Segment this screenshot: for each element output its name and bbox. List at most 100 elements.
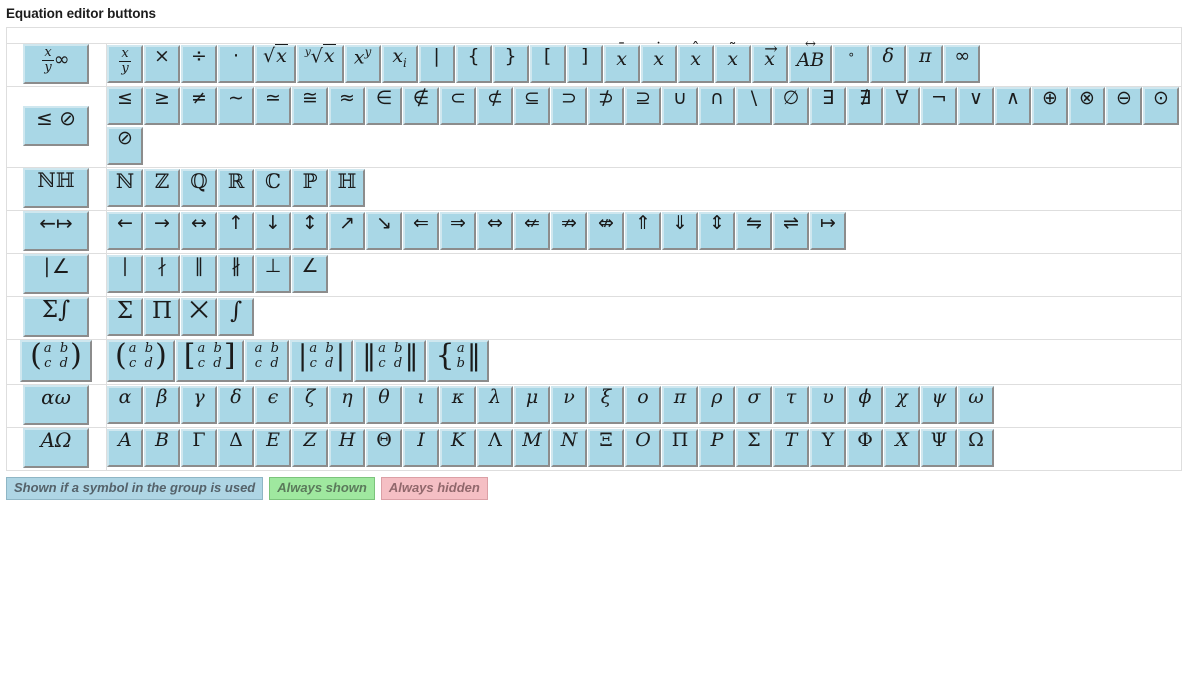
button-brace-left[interactable]: {: [455, 45, 492, 83]
button-primes[interactable]: ℙ: [292, 169, 328, 207]
button-double-arrow-leftright[interactable]: ⇔: [477, 212, 513, 250]
group-button-bigoperators[interactable]: Σ∫: [23, 297, 89, 337]
button-supseteq[interactable]: ⊇: [625, 87, 661, 125]
button-perpendicular[interactable]: ⊥: [255, 255, 291, 293]
button-forall[interactable]: ∀: [884, 87, 920, 125]
button-neq[interactable]: ≠: [181, 87, 217, 125]
button-bar-accent[interactable]: ¯ x: [603, 40, 640, 83]
button-Phi[interactable]: Φ: [847, 429, 883, 467]
button-emptyset[interactable]: ∅: [773, 87, 809, 125]
button-Rho[interactable]: P: [699, 429, 735, 467]
button-divide[interactable]: ÷: [181, 45, 217, 83]
group-button-relations[interactable]: ≤ ⊘: [23, 106, 89, 146]
button-hat-accent[interactable]: ˆx: [677, 40, 714, 83]
button-complex[interactable]: ℂ: [255, 169, 291, 207]
button-simeq[interactable]: ≃: [255, 87, 291, 125]
button-kappa[interactable]: κ: [440, 386, 476, 424]
button-tilde-accent[interactable]: ˜ x: [714, 40, 751, 83]
button-matrix-brackets[interactable]: [a bc d]: [175, 340, 244, 382]
button-double-arrow-down[interactable]: ⇓: [662, 212, 698, 250]
button-Tau[interactable]: T: [773, 429, 809, 467]
button-matrix-cases[interactable]: {a b ‖: [427, 340, 489, 382]
button-Sigma[interactable]: Σ: [736, 429, 772, 467]
button-Epsilon[interactable]: E: [255, 429, 291, 467]
button-supset[interactable]: ⊃: [551, 87, 587, 125]
button-tau[interactable]: τ: [773, 386, 809, 424]
button-delta[interactable]: δ: [218, 386, 254, 424]
button-overleftrightarrow[interactable]: ↔ AB: [788, 38, 833, 83]
button-theta[interactable]: θ: [366, 386, 402, 424]
button-ominus[interactable]: ⊖: [1106, 87, 1142, 125]
button-approx[interactable]: ≈: [329, 87, 365, 125]
button-beta[interactable]: β: [144, 386, 180, 424]
button-upsilon[interactable]: υ: [810, 386, 846, 424]
button-Nu[interactable]: N: [551, 429, 587, 467]
button-union[interactable]: ∪: [662, 87, 698, 125]
button-vertical-bar[interactable]: |: [418, 45, 455, 83]
button-intersection[interactable]: ∩: [699, 87, 735, 125]
button-subseteq[interactable]: ⊆: [514, 87, 550, 125]
button-parallel[interactable]: ∥: [181, 255, 217, 293]
group-button-matrices[interactable]: (a bc d): [20, 340, 92, 382]
button-Xi[interactable]: Ξ: [588, 429, 624, 467]
button-in[interactable]: ∈: [366, 87, 402, 125]
button-delta-lower[interactable]: δ: [870, 45, 907, 83]
button-oplus[interactable]: ⊕: [1032, 87, 1068, 125]
button-arrow-left[interactable]: ←: [107, 212, 143, 250]
button-matrix-plain[interactable]: a bc d: [244, 340, 289, 382]
button-mu[interactable]: μ: [514, 386, 550, 424]
button-Kappa[interactable]: K: [440, 429, 476, 467]
button-not-supset[interactable]: ⊅: [588, 87, 624, 125]
button-nu[interactable]: ν: [551, 386, 587, 424]
button-fraction[interactable]: xy: [107, 45, 143, 83]
button-vector-accent[interactable]: → x: [751, 40, 788, 83]
button-oslash[interactable]: ⊘: [107, 127, 143, 165]
button-alpha[interactable]: α: [107, 386, 143, 424]
button-not-parallel[interactable]: ∦: [218, 255, 254, 293]
button-superscript[interactable]: xy: [344, 45, 381, 83]
button-nth-root[interactable]: y√x: [296, 44, 344, 83]
button-double-arrow-up[interactable]: ⇑: [625, 212, 661, 250]
button-rho[interactable]: ρ: [699, 386, 735, 424]
button-notin[interactable]: ∉: [403, 87, 439, 125]
button-omicron[interactable]: o: [625, 386, 661, 424]
button-Alpha[interactable]: A: [107, 429, 143, 467]
button-angle[interactable]: ∠: [292, 255, 328, 293]
button-zeta[interactable]: ζ: [292, 386, 328, 424]
button-otimes[interactable]: ⊗: [1069, 87, 1105, 125]
button-Omicron[interactable]: O: [625, 429, 661, 467]
button-eta[interactable]: η: [329, 386, 365, 424]
button-lambda[interactable]: λ: [477, 386, 513, 424]
button-naturals[interactable]: ℕ: [107, 169, 143, 207]
button-iota[interactable]: ι: [403, 386, 439, 424]
button-sigma[interactable]: σ: [736, 386, 772, 424]
button-cong[interactable]: ≅: [292, 87, 328, 125]
button-sim[interactable]: ∼: [218, 87, 254, 125]
button-sum[interactable]: Σ: [107, 298, 143, 336]
button-arrow-leftright[interactable]: ↔: [181, 212, 217, 250]
button-arrow-up[interactable]: ↑: [218, 212, 254, 250]
button-epsilon[interactable]: ϵ: [255, 386, 291, 424]
button-Beta[interactable]: B: [144, 429, 180, 467]
button-Mu[interactable]: M: [514, 429, 550, 467]
button-integral[interactable]: ∫: [218, 298, 255, 336]
button-not-double-arrow-right[interactable]: ⇏: [551, 212, 587, 250]
button-Chi[interactable]: X: [884, 429, 920, 467]
group-button-basic[interactable]: x y ∞: [23, 44, 89, 84]
button-arrow-updown[interactable]: ↕: [292, 212, 328, 250]
button-logical-and[interactable]: ∧: [995, 87, 1031, 125]
button-not-double-arrow-left[interactable]: ⇍: [514, 212, 550, 250]
button-not-divides[interactable]: ∤: [144, 255, 180, 293]
button-negation[interactable]: ¬: [921, 87, 957, 125]
button-xi[interactable]: ξ: [588, 386, 624, 424]
button-divides[interactable]: ∣: [107, 255, 143, 293]
button-double-arrow-updown[interactable]: ⇕: [699, 212, 735, 250]
button-times[interactable]: ×: [144, 45, 180, 83]
button-degree[interactable]: °: [833, 45, 870, 83]
button-Lambda[interactable]: Λ: [477, 429, 513, 467]
button-integers[interactable]: ℤ: [144, 169, 180, 207]
button-Zeta[interactable]: Z: [292, 429, 328, 467]
button-double-arrow-left[interactable]: ⇐: [403, 212, 439, 250]
button-pi[interactable]: π: [662, 386, 698, 424]
button-bracket-right[interactable]: ]: [566, 45, 603, 83]
